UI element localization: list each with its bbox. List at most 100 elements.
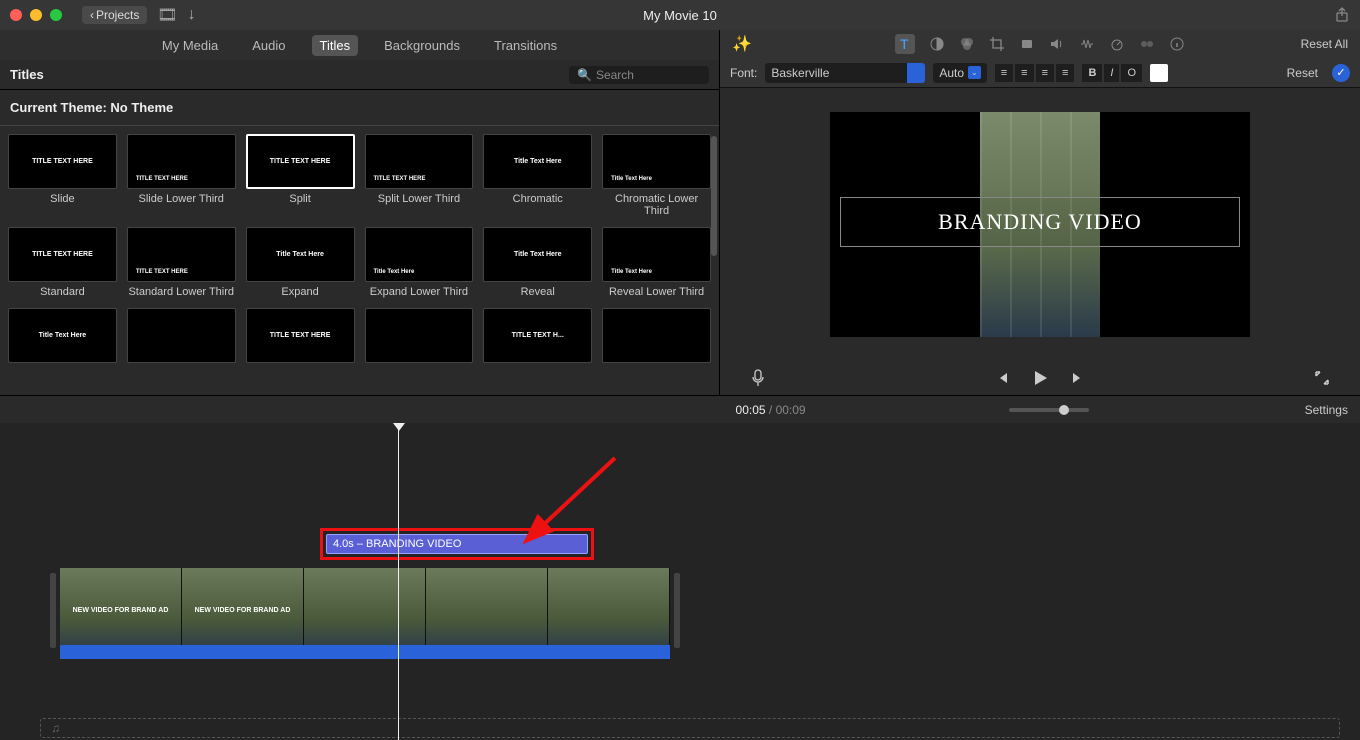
title-thumb: Title Text Here bbox=[365, 227, 474, 282]
timeline-settings-button[interactable]: Settings bbox=[1305, 403, 1348, 417]
color-correction-icon[interactable] bbox=[959, 36, 975, 52]
title-thumb: TITLE TEXT H... bbox=[483, 308, 592, 363]
bold-button[interactable]: B bbox=[1082, 64, 1102, 82]
title-template-card[interactable] bbox=[127, 308, 236, 367]
clip-handle-right[interactable] bbox=[674, 573, 680, 648]
svg-text:T: T bbox=[900, 36, 909, 52]
zoom-slider[interactable] bbox=[1009, 408, 1089, 412]
playhead[interactable] bbox=[398, 429, 399, 740]
apply-check-button[interactable]: ✓ bbox=[1332, 64, 1350, 82]
title-template-card[interactable]: TITLE TEXT HERESlide Lower Third bbox=[127, 134, 236, 217]
title-template-card[interactable] bbox=[365, 308, 474, 367]
preview-area: BRANDING VIDEO bbox=[720, 88, 1360, 360]
title-template-card[interactable] bbox=[602, 308, 711, 367]
title-template-card[interactable]: TITLE TEXT HERE bbox=[246, 308, 355, 367]
auto-enhance-icon[interactable]: ✨ bbox=[732, 34, 752, 54]
window-titlebar: ‹ Projects 🎞 ↓ My Movie 10 bbox=[0, 0, 1360, 30]
back-to-projects-button[interactable]: ‹ Projects bbox=[82, 6, 147, 24]
title-template-card[interactable]: TITLE TEXT HERESplit bbox=[246, 134, 355, 217]
title-thumb: TITLE TEXT HERE bbox=[127, 227, 236, 282]
title-template-card[interactable]: Title Text HereExpand bbox=[246, 227, 355, 298]
total-time: 00:09 bbox=[776, 403, 806, 417]
title-overlay[interactable]: BRANDING VIDEO bbox=[840, 197, 1240, 247]
title-template-name: Expand bbox=[246, 286, 355, 298]
title-thumb: TITLE TEXT HERE bbox=[8, 227, 117, 282]
title-template-name: Slide bbox=[8, 193, 117, 205]
title-template-name: Chromatic bbox=[483, 193, 592, 205]
title-template-card[interactable]: TITLE TEXT HERESplit Lower Third bbox=[365, 134, 474, 217]
title-thumb bbox=[127, 308, 236, 363]
color-balance-icon[interactable] bbox=[929, 36, 945, 52]
video-clip[interactable]: NEW VIDEO FOR BRAND AD NEW VIDEO FOR BRA… bbox=[60, 568, 670, 653]
fullscreen-window-button[interactable] bbox=[50, 9, 62, 21]
filmstrip-icon[interactable]: 🎞 bbox=[157, 5, 177, 25]
minimize-window-button[interactable] bbox=[30, 9, 42, 21]
reset-all-button[interactable]: Reset All bbox=[1301, 37, 1348, 51]
clip-handle-left[interactable] bbox=[50, 573, 56, 648]
tab-backgrounds[interactable]: Backgrounds bbox=[376, 35, 468, 56]
search-placeholder: Search bbox=[596, 68, 634, 82]
fullscreen-icon[interactable] bbox=[1314, 370, 1330, 386]
timeline[interactable]: 4.0s – BRANDING VIDEO NEW VIDEO FOR BRAN… bbox=[0, 423, 1360, 740]
title-thumb bbox=[602, 308, 711, 363]
project-title: My Movie 10 bbox=[643, 8, 717, 23]
tab-my-media[interactable]: My Media bbox=[154, 35, 226, 56]
video-preview[interactable]: BRANDING VIDEO bbox=[830, 112, 1250, 337]
color-swatch[interactable] bbox=[1150, 64, 1168, 82]
title-template-name: Split Lower Third bbox=[365, 193, 474, 205]
title-template-card[interactable]: TITLE TEXT H... bbox=[483, 308, 592, 367]
close-window-button[interactable] bbox=[10, 9, 22, 21]
title-template-name: Reveal bbox=[483, 286, 592, 298]
search-input[interactable]: 🔍 Search bbox=[569, 66, 709, 84]
font-size-value: Auto bbox=[939, 66, 964, 80]
chevron-left-icon: ‹ bbox=[90, 8, 94, 22]
reset-button[interactable]: Reset bbox=[1287, 66, 1318, 80]
title-template-card[interactable]: Title Text HereReveal Lower Third bbox=[602, 227, 711, 298]
align-justify-button[interactable]: ≡ bbox=[1056, 64, 1074, 82]
title-thumb: Title Text Here bbox=[602, 134, 711, 189]
text-inspector-icon[interactable]: T bbox=[895, 34, 915, 54]
import-download-icon[interactable]: ↓ bbox=[188, 6, 196, 24]
title-template-card[interactable]: Title Text HereExpand Lower Third bbox=[365, 227, 474, 298]
volume-icon[interactable] bbox=[1049, 36, 1065, 52]
title-template-card[interactable]: TITLE TEXT HERE Standard Lower Third bbox=[127, 227, 236, 298]
noise-reduction-icon[interactable] bbox=[1079, 36, 1095, 52]
filter-icon[interactable] bbox=[1139, 36, 1155, 52]
play-button[interactable] bbox=[1030, 368, 1050, 388]
timeline-header: 00:05 / 00:09 Settings bbox=[0, 395, 1360, 423]
zoom-knob[interactable] bbox=[1059, 405, 1069, 415]
speed-icon[interactable] bbox=[1109, 36, 1125, 52]
font-family-select[interactable]: Baskerville bbox=[765, 63, 925, 83]
next-frame-button[interactable] bbox=[1070, 370, 1086, 386]
align-right-button[interactable]: ≡ bbox=[1036, 64, 1054, 82]
title-template-card[interactable]: Title Text HereChromatic Lower Third bbox=[602, 134, 711, 217]
scrollbar[interactable] bbox=[711, 136, 717, 256]
align-left-button[interactable]: ≡ bbox=[995, 64, 1013, 82]
title-template-card[interactable]: Title Text Here Reveal bbox=[483, 227, 592, 298]
italic-button[interactable]: I bbox=[1104, 64, 1119, 82]
share-icon[interactable] bbox=[1334, 7, 1350, 23]
tab-audio[interactable]: Audio bbox=[244, 35, 293, 56]
align-center-button[interactable]: ≡ bbox=[1015, 64, 1033, 82]
title-template-card[interactable]: TITLE TEXT HERESlide bbox=[8, 134, 117, 217]
outline-button[interactable]: O bbox=[1121, 64, 1142, 82]
prev-frame-button[interactable] bbox=[994, 370, 1010, 386]
title-template-card[interactable]: Title Text Here bbox=[8, 308, 117, 367]
chevron-down-icon: ⌄ bbox=[968, 66, 981, 79]
title-template-name: Slide Lower Third bbox=[127, 193, 236, 205]
title-template-card[interactable]: Title Text HereChromatic bbox=[483, 134, 592, 217]
inspector-toolbar: ✨ T Reset All bbox=[720, 30, 1360, 58]
title-template-name: Standard Lower Third bbox=[127, 286, 236, 298]
audio-waveform[interactable] bbox=[60, 645, 670, 659]
tab-titles[interactable]: Titles bbox=[312, 35, 359, 56]
audio-track-dropzone[interactable]: ♫ bbox=[40, 718, 1340, 738]
toolbar-import-tools: 🎞 ↓ bbox=[157, 5, 195, 25]
title-template-card[interactable]: TITLE TEXT HEREStandard bbox=[8, 227, 117, 298]
crop-icon[interactable] bbox=[989, 36, 1005, 52]
font-size-select[interactable]: Auto ⌄ bbox=[933, 63, 986, 83]
voiceover-mic-icon[interactable] bbox=[750, 369, 766, 387]
title-thumb: Title Text Here bbox=[483, 227, 592, 282]
info-icon[interactable] bbox=[1169, 36, 1185, 52]
tab-transitions[interactable]: Transitions bbox=[486, 35, 565, 56]
stabilization-icon[interactable] bbox=[1019, 36, 1035, 52]
